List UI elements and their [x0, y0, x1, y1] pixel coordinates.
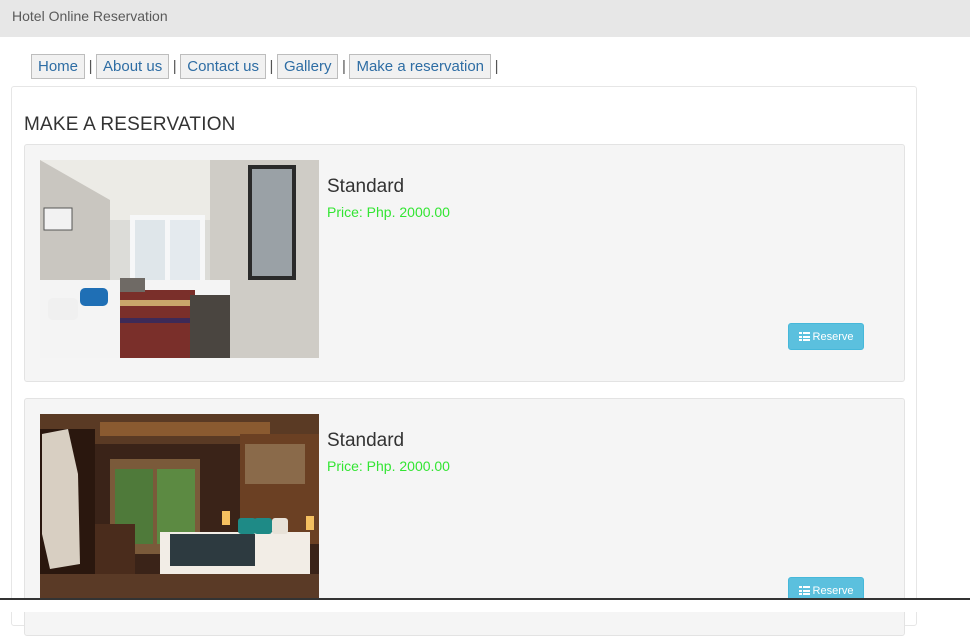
app-header: Hotel Online Reservation	[0, 0, 970, 37]
room-price: Price: Php. 2000.00	[327, 204, 450, 220]
nav-separator: |	[342, 57, 346, 75]
room-price: Price: Php. 2000.00	[327, 458, 450, 474]
reserve-button[interactable]: Reserve	[788, 323, 864, 350]
app-title: Hotel Online Reservation	[12, 8, 168, 24]
nav-contact-us[interactable]: Contact us	[180, 53, 266, 79]
page-title: MAKE A RESERVATION	[24, 114, 236, 135]
nav-separator: |	[88, 57, 93, 75]
room-name: Standard	[327, 430, 405, 451]
list-icon	[798, 332, 810, 341]
nav-separator: |	[269, 57, 274, 75]
list-icon	[798, 586, 810, 595]
nav-make-reservation[interactable]: Make a reservation	[349, 53, 492, 79]
nav-separator: |	[172, 57, 177, 75]
reserve-button-label: Reserve	[812, 584, 854, 597]
reserve-button-label: Reserve	[812, 330, 854, 343]
main-nav: Home | About us | Contact us | Gallery |…	[31, 53, 502, 79]
nav-home[interactable]: Home	[31, 53, 86, 79]
nav-gallery[interactable]: Gallery	[276, 53, 339, 79]
room-photo	[40, 414, 319, 612]
nav-separator: |	[494, 57, 499, 75]
nav-about-us[interactable]: About us	[96, 53, 170, 79]
below-window-area	[0, 600, 970, 612]
room-name: Standard	[327, 176, 405, 197]
room-card: Standard Price: Php. 2000.00 Reserve	[24, 144, 905, 382]
room-photo	[40, 160, 319, 358]
